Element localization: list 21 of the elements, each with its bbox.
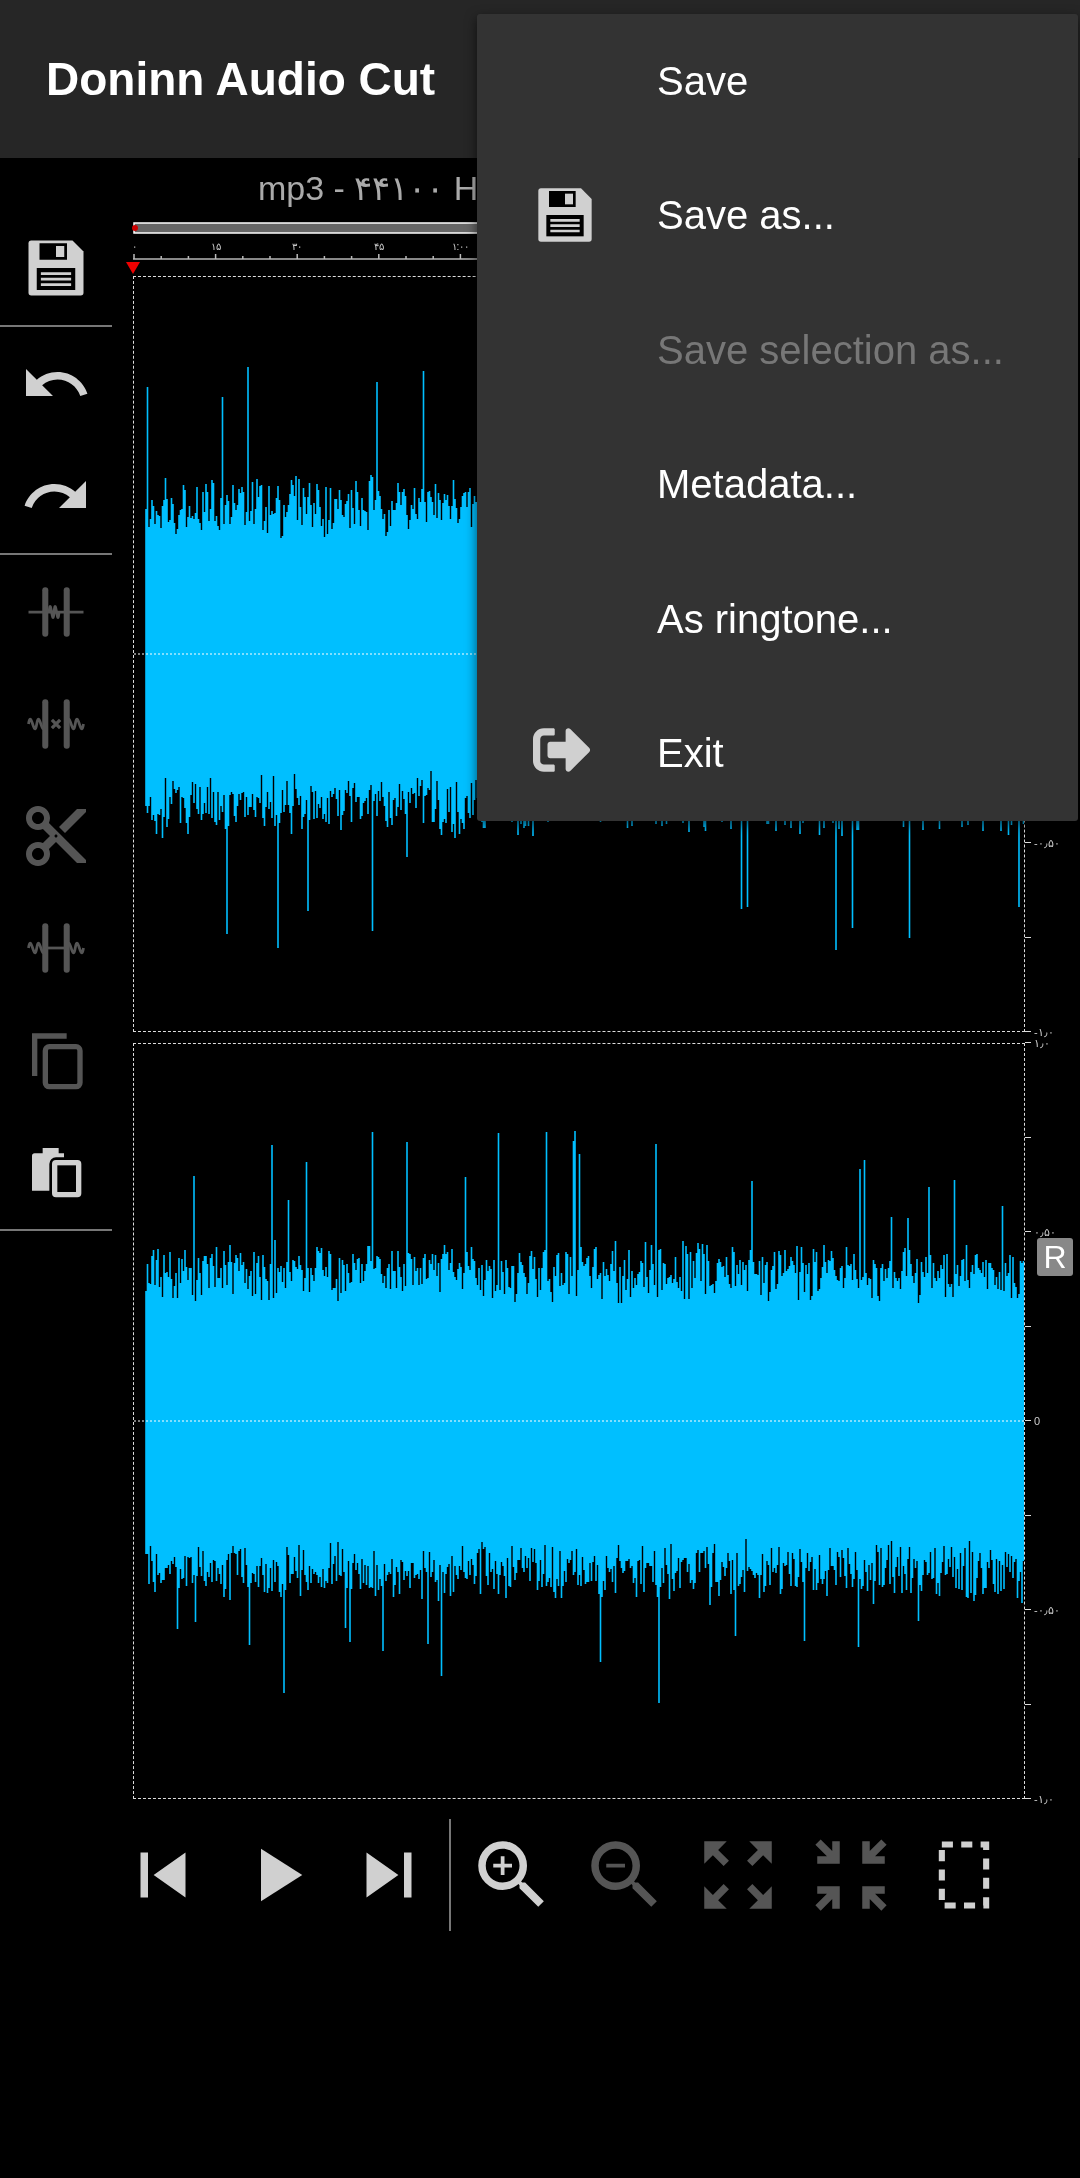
time-label: ۰ — [131, 241, 137, 252]
menu-item[interactable]: Metadata... — [477, 417, 1078, 552]
axis-label: -۰٫۵۰ — [1034, 836, 1060, 850]
menu-item[interactable]: Save as... — [477, 148, 1078, 283]
axis-label: ۰٫۵۰ — [1034, 1225, 1056, 1239]
axis-label: -۰٫۵۰ — [1034, 1603, 1060, 1617]
file-info: mp3 - ۴۴۱۰۰ H — [257, 168, 480, 205]
axis-label: 0 — [1034, 1415, 1041, 1427]
time-label: ۳۰ — [292, 241, 303, 252]
axis-label: -۱٫۰ — [1034, 1025, 1054, 1039]
playhead-icon — [126, 262, 140, 274]
time-label: ۱۵ — [210, 241, 221, 252]
time-label: ۱:۰۰ — [451, 241, 470, 252]
app-title: Doninn Audio Cut — [46, 52, 436, 106]
axis-label: ۱٫۰ — [1034, 1036, 1050, 1050]
menu-item[interactable]: As ringtone... — [477, 552, 1078, 687]
menu-item[interactable]: Save — [477, 14, 1078, 149]
menu-item[interactable]: Exit — [477, 686, 1078, 821]
time-label: ۴۵ — [373, 241, 384, 252]
channel-badge: R — [1037, 1238, 1073, 1276]
axis-label: -۱٫۰ — [1034, 1792, 1054, 1806]
